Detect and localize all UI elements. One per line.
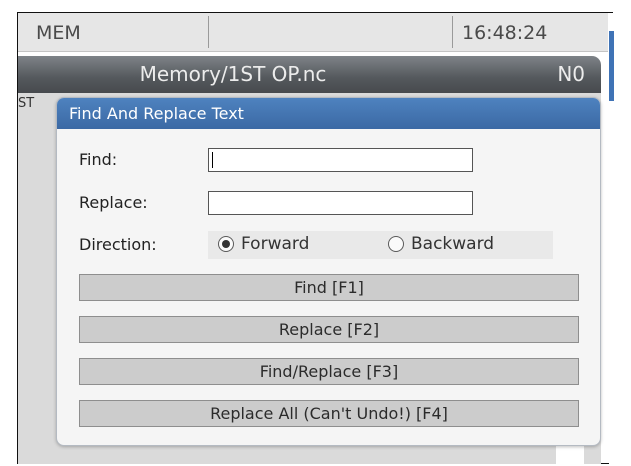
status-bar: MEM 16:48:24	[18, 13, 608, 52]
find-button[interactable]: Find [F1]	[79, 274, 579, 301]
find-input[interactable]	[208, 148, 473, 172]
replace-input[interactable]	[208, 191, 473, 215]
backward-label[interactable]: Backward	[411, 234, 494, 254]
forward-radio[interactable]	[218, 236, 234, 252]
program-name: Memory/1ST OP.nc	[139, 62, 327, 86]
status-divider	[208, 16, 209, 48]
direction-label: Direction:	[79, 235, 157, 254]
replace-label: Replace:	[79, 193, 148, 212]
editor-scroll-corner	[556, 445, 584, 464]
find-label: Find:	[79, 150, 118, 169]
text-caret	[212, 152, 213, 168]
program-title-bar: Memory/1ST OP.nc N0	[18, 56, 601, 93]
side-panel-edge	[609, 13, 614, 464]
direction-radio-group: Forward Backward	[208, 231, 553, 259]
backward-radio[interactable]	[388, 236, 404, 252]
status-divider	[452, 16, 453, 48]
clock: 16:48:24	[462, 22, 548, 44]
dialog-title: Find And Replace Text	[69, 104, 244, 123]
sequence-number: N0	[557, 62, 585, 86]
editor-line-fragment: ST	[18, 96, 35, 111]
forward-label[interactable]: Forward	[241, 234, 309, 254]
replace-all-button[interactable]: Replace All (Can't Undo!) [F4]	[79, 400, 579, 427]
side-tab-accent[interactable]	[609, 31, 614, 101]
dialog-header: Find And Replace Text	[57, 98, 600, 129]
find-replace-button[interactable]: Find/Replace [F3]	[79, 358, 579, 385]
find-replace-dialog: Find And Replace Text Find: Replace: Dir…	[56, 97, 601, 446]
mode-indicator: MEM	[36, 22, 81, 44]
replace-button[interactable]: Replace [F2]	[79, 316, 579, 343]
